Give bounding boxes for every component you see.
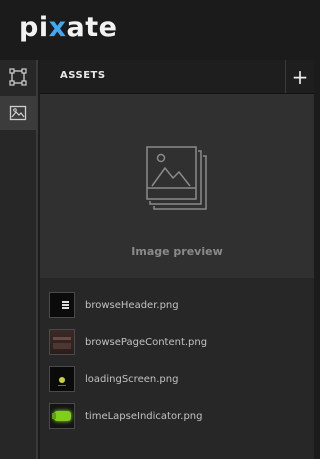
logo-text-x: x bbox=[48, 12, 67, 43]
asset-name: browseHeader.png bbox=[85, 299, 179, 311]
plus-icon: + bbox=[291, 64, 309, 89]
browse-page-content-thumbnail bbox=[49, 329, 75, 355]
asset-name: browsePageContent.png bbox=[85, 336, 208, 348]
layers-tool-button[interactable] bbox=[0, 60, 36, 94]
asset-item-browse-header[interactable]: browseHeader.png bbox=[49, 291, 309, 319]
assets-panel: ASSETS + Image preview browseHeader.png bbox=[40, 60, 314, 459]
asset-name: timeLapseIndicator.png bbox=[85, 410, 203, 422]
app-header: pixate bbox=[0, 0, 314, 60]
left-toolbar bbox=[0, 60, 38, 459]
panel-title: ASSETS bbox=[60, 70, 106, 81]
asset-name: loadingScreen.png bbox=[85, 373, 179, 385]
assets-tool-button[interactable] bbox=[0, 96, 36, 130]
logo-text-suffix: ate bbox=[66, 12, 118, 43]
image-preview-area: Image preview bbox=[40, 94, 314, 278]
frame-icon bbox=[9, 68, 27, 86]
asset-item-loading-screen[interactable]: loadingScreen.png bbox=[49, 365, 309, 393]
image-stack-icon bbox=[146, 146, 207, 210]
add-asset-button[interactable]: + bbox=[285, 60, 314, 93]
pixate-logo[interactable]: pixate bbox=[19, 12, 117, 43]
browse-header-thumbnail bbox=[49, 292, 75, 318]
asset-item-browse-page-content[interactable]: browsePageContent.png bbox=[49, 328, 309, 356]
time-lapse-indicator-thumbnail bbox=[49, 403, 75, 429]
loading-screen-thumbnail bbox=[49, 366, 75, 392]
assets-panel-header: ASSETS + bbox=[40, 60, 314, 94]
image-icon bbox=[9, 105, 27, 121]
asset-item-time-lapse-indicator[interactable]: timeLapseIndicator.png bbox=[49, 402, 309, 430]
image-preview-label: Image preview bbox=[131, 245, 223, 258]
logo-text-prefix: pi bbox=[19, 12, 49, 43]
